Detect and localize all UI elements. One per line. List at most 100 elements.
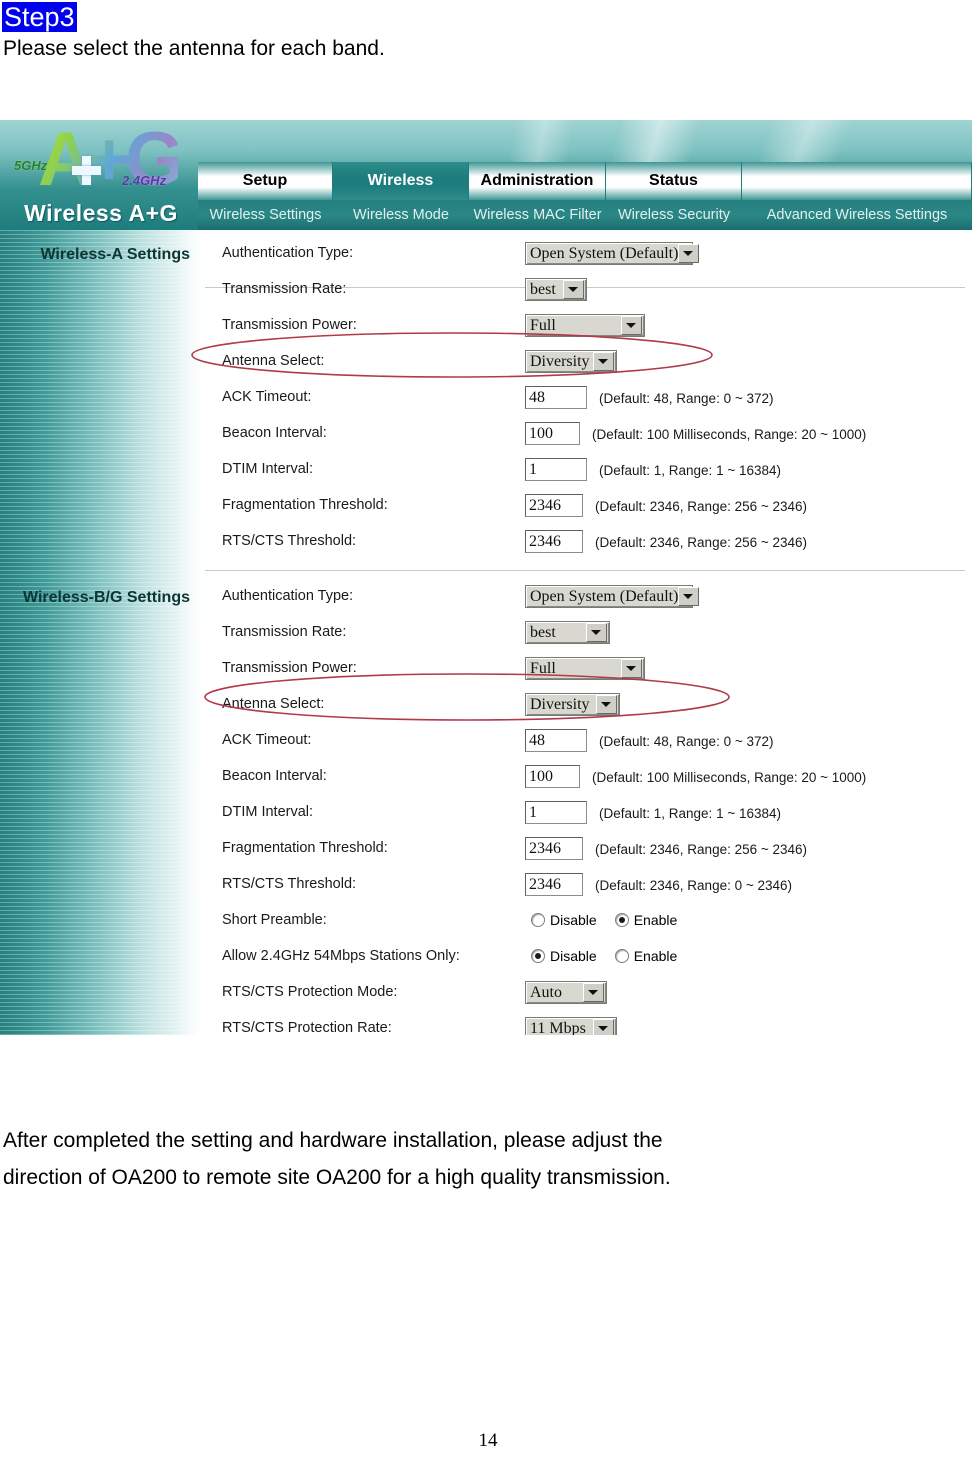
hint-bg-dtim-interval: (Default: 1, Range: 1 ~ 16384)	[599, 806, 781, 821]
label-a-antenna-select: Antenna Select:	[222, 353, 325, 369]
chevron-down-icon[interactable]	[678, 244, 700, 263]
select-bg-transmission-rate[interactable]: best	[525, 621, 610, 644]
label-bg-short-preamble: Short Preamble:	[222, 912, 327, 928]
input-a-beacon-interval[interactable]: 100	[525, 422, 580, 445]
hint-a-fragmentation-threshold: (Default: 2346, Range: 256 ~ 2346)	[595, 499, 808, 514]
tab-wireless[interactable]: Wireless	[333, 162, 469, 200]
subtab-advanced-wireless-settings[interactable]: Advanced Wireless Settings	[742, 207, 972, 223]
select-a-transmission-rate[interactable]: best	[525, 278, 587, 301]
select-value-bg-antenna-select: Diversity	[530, 695, 590, 713]
section-title-wireless-bg: Wireless-B/G Settings	[22, 589, 190, 606]
input-a-ack-timeout[interactable]: 48	[525, 386, 587, 409]
input-a-dtim-interval[interactable]: 1	[525, 458, 587, 481]
chevron-down-icon[interactable]	[593, 1019, 614, 1035]
subtab-wireless-mode[interactable]: Wireless Mode	[333, 207, 469, 223]
closing-paragraph-line1: After completed the setting and hardware…	[3, 1129, 663, 1152]
router-admin-screenshot: A+G 5GHz 2.4GHz Wireless A+G Setup Wirele…	[0, 120, 972, 1035]
select-bg-rts-cts-protection-rate[interactable]: 11 Mbps	[525, 1017, 617, 1035]
input-bg-rts-cts-threshold[interactable]: 2346	[525, 873, 583, 896]
logo-band-5ghz: 5GHz	[14, 158, 48, 173]
select-value-bg-rts-cts-protection-rate: 11 Mbps	[530, 1019, 586, 1036]
label-bg-antenna-select: Antenna Select:	[222, 696, 325, 712]
label-bg-ack-timeout: ACK Timeout:	[222, 732, 312, 748]
closing-paragraph: After completed the setting and hardware…	[3, 1122, 838, 1196]
tab-setup[interactable]: Setup	[198, 162, 333, 200]
input-a-fragmentation-threshold[interactable]: 2346	[525, 494, 583, 517]
select-bg-antenna-select[interactable]: Diversity	[525, 693, 620, 716]
subtab-wireless-mac-filter[interactable]: Wireless MAC Filter	[469, 207, 606, 223]
radio-bg-allow-2-4ghz-54mbps-stations-only-disable[interactable]	[531, 949, 545, 963]
select-value-bg-transmission-rate: best	[530, 623, 556, 641]
label-a-fragmentation-threshold: Fragmentation Threshold:	[222, 497, 388, 513]
select-a-antenna-select[interactable]: Diversity	[525, 350, 617, 373]
chevron-down-icon[interactable]	[563, 280, 584, 299]
primary-tab-bar[interactable]: Setup Wireless Administration Status	[198, 162, 972, 200]
logo-band-24ghz: 2.4GHz	[122, 173, 167, 188]
radio-label-bg-short-preamble-enable: Enable	[633, 912, 678, 928]
select-a-transmission-power[interactable]: Full	[525, 314, 645, 337]
radio-label-bg-short-preamble-disable: Disable	[550, 912, 597, 928]
label-a-transmission-power: Transmission Power:	[222, 317, 357, 333]
hint-a-ack-timeout: (Default: 48, Range: 0 ~ 372)	[599, 391, 774, 406]
subtab-wireless-settings[interactable]: Wireless Settings	[198, 207, 333, 223]
label-bg-beacon-interval: Beacon Interval:	[222, 768, 327, 784]
chevron-down-icon[interactable]	[621, 316, 642, 335]
select-value-a-transmission-rate: best	[530, 280, 556, 298]
input-bg-fragmentation-threshold[interactable]: 2346	[525, 837, 583, 860]
label-a-beacon-interval: Beacon Interval:	[222, 425, 327, 441]
input-bg-beacon-interval[interactable]: 100	[525, 765, 580, 788]
page-subtitle: Please select the antenna for each band.	[3, 37, 385, 60]
select-bg-authentication-type[interactable]: Open System (Default)	[525, 585, 700, 608]
section-title-wireless-a: Wireless-A Settings	[40, 246, 190, 263]
radio-label-bg-allow-2-4ghz-54mbps-stations-only-disable: Disable	[550, 948, 597, 964]
label-bg-transmission-power: Transmission Power:	[222, 660, 357, 676]
input-bg-ack-timeout[interactable]: 48	[525, 729, 587, 752]
page-title: Step3	[2, 2, 77, 32]
hint-a-dtim-interval: (Default: 1, Range: 1 ~ 16384)	[599, 463, 781, 478]
select-value-bg-transmission-power: Full	[530, 659, 556, 677]
tab-administration[interactable]: Administration	[469, 162, 606, 200]
select-value-a-authentication-type: Open System (Default)	[530, 244, 679, 262]
radiogroup-bg-allow-2-4ghz-54mbps-stations-only[interactable]: Disable Enable	[531, 948, 695, 964]
sidebar-gradient-panel	[0, 230, 200, 1035]
tab-status[interactable]: Status	[606, 162, 742, 200]
radiogroup-bg-short-preamble[interactable]: Disable Enable	[531, 912, 695, 928]
select-value-bg-authentication-type: Open System (Default)	[530, 587, 679, 605]
hint-a-beacon-interval: (Default: 100 Milliseconds, Range: 20 ~ …	[592, 427, 867, 442]
router-header-band: A+G 5GHz 2.4GHz Wireless A+G Setup Wirele…	[0, 120, 972, 230]
select-value-a-transmission-power: Full	[530, 316, 556, 334]
chevron-down-icon[interactable]	[593, 352, 614, 371]
closing-paragraph-line2: direction of OA200 to remote site OA200 …	[3, 1166, 671, 1189]
input-bg-dtim-interval[interactable]: 1	[525, 801, 587, 824]
settings-body: Wireless-A Settings Authentication Type: O…	[0, 230, 972, 1035]
select-value-bg-rts-cts-protection-mode: Auto	[530, 983, 562, 1001]
select-value-a-antenna-select: Diversity	[530, 352, 590, 370]
logo-plus-icon	[72, 156, 102, 186]
label-a-dtim-interval: DTIM Interval:	[222, 461, 314, 477]
radio-bg-short-preamble-enable[interactable]	[614, 913, 629, 927]
hint-bg-fragmentation-threshold: (Default: 2346, Range: 256 ~ 2346)	[595, 842, 808, 857]
label-bg-rts-cts-protection-rate: RTS/CTS Protection Rate:	[222, 1020, 392, 1035]
select-a-authentication-type[interactable]: Open System (Default)	[525, 242, 700, 265]
radio-label-bg-allow-2-4ghz-54mbps-stations-only-enable: Enable	[633, 948, 678, 964]
input-a-rts-cts-threshold[interactable]: 2346	[525, 530, 583, 553]
hint-bg-rts-cts-threshold: (Default: 2346, Range: 0 ~ 2346)	[595, 878, 793, 893]
tab-filler	[742, 162, 972, 200]
label-bg-allow-2-4ghz-54mbps-stations-only: Allow 2.4GHz 54Mbps Stations Only:	[222, 948, 460, 964]
radio-bg-short-preamble-disable[interactable]	[531, 913, 545, 927]
select-bg-rts-cts-protection-mode[interactable]: Auto	[525, 981, 607, 1004]
radio-bg-allow-2-4ghz-54mbps-stations-only-enable[interactable]	[614, 949, 629, 963]
label-a-transmission-rate: Transmission Rate:	[222, 281, 347, 297]
label-bg-rts-cts-protection-mode: RTS/CTS Protection Mode:	[222, 984, 398, 1000]
section-divider-middle	[205, 570, 965, 571]
subtab-wireless-security[interactable]: Wireless Security	[606, 207, 742, 223]
chevron-down-icon[interactable]	[583, 983, 604, 1002]
chevron-down-icon[interactable]	[596, 695, 617, 714]
label-bg-transmission-rate: Transmission Rate:	[222, 624, 347, 640]
chevron-down-icon[interactable]	[678, 587, 700, 606]
select-bg-transmission-power[interactable]: Full	[525, 657, 645, 680]
chevron-down-icon[interactable]	[586, 623, 607, 642]
secondary-tab-bar[interactable]: Wireless Settings Wireless Mode Wireless M…	[198, 200, 972, 230]
chevron-down-icon[interactable]	[621, 659, 642, 678]
hint-a-rts-cts-threshold: (Default: 2346, Range: 256 ~ 2346)	[595, 535, 808, 550]
